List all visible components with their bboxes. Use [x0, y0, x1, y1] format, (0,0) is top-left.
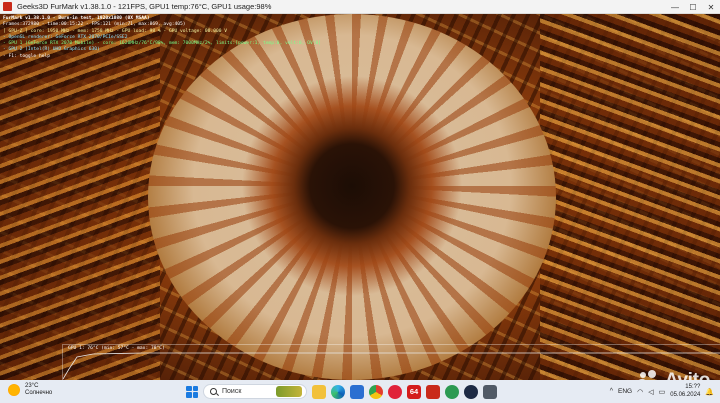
taskbar-apps: Поиск 64 — [186, 382, 497, 401]
notification-bell-icon[interactable]: 🔔 — [705, 388, 714, 396]
search-highlight-image — [276, 386, 302, 397]
taskbar-search-box[interactable]: Поиск — [203, 384, 307, 399]
battery-icon[interactable]: ▭ — [659, 388, 666, 396]
furmark-render-view: FurMark v1.38.1.0 - Burn-in test, 1920x1… — [0, 14, 720, 380]
temperature-graph-plot — [63, 352, 720, 380]
minimize-button[interactable]: — — [666, 0, 684, 14]
edge-icon[interactable] — [331, 384, 345, 399]
weather-description: Солнечно — [25, 390, 53, 396]
window-controls: — ☐ ✕ — [666, 0, 720, 14]
render-background-right — [540, 14, 720, 380]
maximize-button[interactable]: ☐ — [684, 0, 702, 14]
sun-icon — [8, 384, 20, 396]
windows-taskbar: 23°C Солнечно Поиск 64 ^ ENG ◠ ◁ ▭ 15:??… — [0, 380, 720, 403]
gray-app-icon[interactable] — [483, 384, 497, 399]
render-background-left — [0, 14, 160, 380]
window-titlebar: Geeks3D FurMark v1.38.1.0 - 121FPS, GPU1… — [0, 0, 720, 14]
clock-time: 15:?? — [685, 384, 701, 390]
file-explorer-icon[interactable] — [312, 384, 326, 399]
close-button[interactable]: ✕ — [702, 0, 720, 14]
aida64-icon[interactable]: 64 — [407, 384, 421, 399]
avito-watermark: Avito — [635, 370, 711, 380]
steam-icon[interactable] — [464, 384, 478, 399]
clock[interactable]: 15:?? 05.06.2024 — [670, 384, 700, 399]
stats-overlay: FurMark v1.38.1.0 - Burn-in test, 1920x1… — [3, 16, 321, 60]
overlay-line-help: - F1: toggle help — [3, 53, 51, 59]
fur-donut-render — [148, 14, 556, 380]
speaker-icon[interactable]: ◁ — [648, 388, 653, 396]
temperature-curve — [63, 352, 720, 380]
input-language[interactable]: ENG — [618, 388, 632, 395]
wifi-icon[interactable]: ◠ — [637, 388, 643, 396]
system-tray: ^ ENG ◠ ◁ ▭ 15:?? 05.06.2024 🔔 — [610, 382, 714, 401]
clock-date: 05.06.2024 — [670, 391, 701, 398]
weather-temperature: 23°C — [25, 383, 39, 389]
opera-icon[interactable] — [388, 384, 402, 399]
green-app-icon[interactable] — [445, 384, 459, 399]
store-icon[interactable] — [350, 384, 364, 399]
avito-logo-icon — [635, 370, 662, 380]
avito-wordmark: Avito — [665, 370, 711, 380]
search-label: Поиск — [222, 388, 242, 395]
search-icon — [210, 388, 217, 395]
furmark-taskbar-icon[interactable] — [426, 384, 440, 399]
temperature-graph: GPU 1: 76°C (min: 57°C - max: 78°C) — [62, 344, 720, 380]
tray-overflow-chevron-icon[interactable]: ^ — [610, 388, 613, 395]
window-title: Geeks3D FurMark v1.38.1.0 - 121FPS, GPU1… — [17, 2, 272, 11]
chrome-icon[interactable] — [369, 384, 383, 399]
weather-widget[interactable]: 23°C Солнечно — [8, 383, 52, 397]
start-button[interactable] — [186, 385, 198, 398]
furmark-app-icon[interactable] — [3, 2, 12, 11]
